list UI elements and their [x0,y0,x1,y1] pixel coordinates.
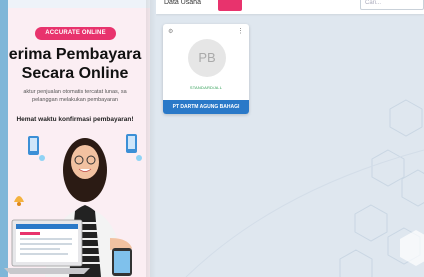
laptop-icon [4,219,90,274]
promo-subtext: aktur penjualan otomatis tercatat lunas,… [0,88,150,104]
avatar: PB [188,39,226,77]
promo-subtext-line1: aktur penjualan otomatis tercatat lunas,… [23,89,127,95]
promo-subtext-line2: pelanggan melakukan pembayaran [32,97,118,103]
phone-right-icon [126,134,142,161]
banner-top-strip [0,0,150,8]
dataset-label: Data Usaha [164,0,201,6]
banner-shadow [146,0,156,277]
top-bar: Data Usaha Cari... [156,0,424,14]
promo-headline-line1: erima Pembayara [8,46,142,63]
more-menu-icon[interactable]: ⋮ [237,27,244,35]
promo-illustration [4,134,142,277]
bell-icon [14,196,24,206]
phone-left-icon [28,136,45,161]
dataset-dropdown-button[interactable] [218,0,242,11]
promo-banner[interactable]: ACCURATE ONLINE erima Pembayara Secara O… [0,0,150,277]
search-input[interactable]: Cari... [360,0,424,10]
promo-headline: erima Pembayara Secara Online [0,45,150,83]
settings-icon[interactable]: ⚙ [168,28,173,35]
promo-tagline: Hemat waktu konfirmasi pembayaran! [16,116,134,123]
status-badge: STANDARD/ALL [189,85,223,90]
main-area: Data Usaha Cari... ⚙ ⋮ PB STANDARD/ALL P… [156,0,424,277]
promo-headline-line2: Secara Online [21,65,129,82]
phone-hand-icon [112,248,132,276]
company-name-button[interactable]: PT DARTM AGUNG BAHAGI [163,100,249,114]
database-card[interactable]: ⚙ ⋮ PB STANDARD/ALL PT DARTM AGUNG BAHAG… [163,24,249,114]
promo-pill: ACCURATE ONLINE [35,27,116,40]
